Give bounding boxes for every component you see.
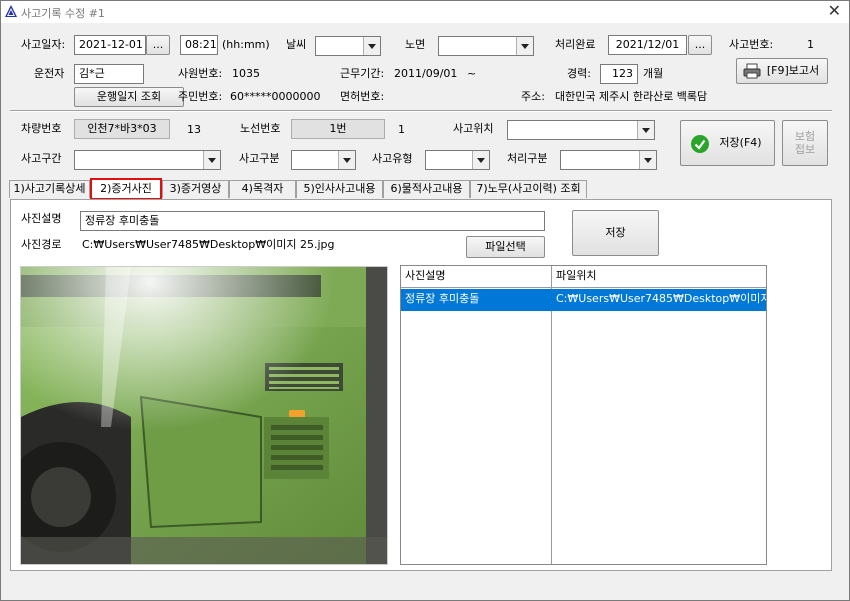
car-count: 13: [187, 123, 201, 136]
kind-select[interactable]: [425, 150, 490, 170]
grid-col-desc-header[interactable]: 사진설명: [401, 266, 551, 288]
report-button-label: [F9]보고서: [766, 64, 820, 77]
section-label: 사고구간: [21, 152, 62, 165]
done-label: 처리완료: [555, 38, 596, 51]
accident-no-value: 1: [807, 38, 814, 51]
emp-no-label: 사원번호:: [178, 67, 223, 80]
type-label: 사고구분: [239, 152, 280, 165]
app-triangle-icon: [5, 5, 17, 17]
career-unit: 개월: [643, 67, 664, 80]
service-label: 근무기간:: [340, 67, 385, 80]
row-desc-cell: 정류장 후미충돌: [405, 292, 480, 305]
tab-evidence-photo[interactable]: 2)증거사진: [90, 178, 162, 200]
date-picker-button[interactable]: ...: [146, 35, 170, 55]
kind-label: 사고유형: [372, 152, 413, 165]
route-count: 1: [398, 123, 405, 136]
accident-date-label: 사고일자:: [21, 38, 66, 51]
address-value: 대한민국 제주시 한라산로 백록담: [555, 90, 708, 103]
bus-photo-image: [21, 267, 387, 564]
resident-label: 주민번호:: [178, 90, 223, 103]
photo-desc-field[interactable]: 정류장 후미충돌: [80, 211, 545, 231]
handling-label: 처리구분: [507, 152, 548, 165]
photo-path-value: C:₩Users₩User7485₩Desktop₩이미지 25.jpg: [82, 238, 335, 251]
chevron-down-icon[interactable]: [639, 151, 656, 169]
photo-path-label: 사진경로: [21, 238, 62, 251]
career-field[interactable]: 123: [600, 64, 638, 84]
license-label: 면허번호:: [340, 90, 385, 103]
weather-label: 날씨: [286, 38, 307, 51]
chevron-down-icon[interactable]: [516, 37, 533, 55]
done-date-field[interactable]: 2021/12/01: [608, 35, 687, 55]
career-label: 경력:: [567, 67, 591, 80]
photo-save-button[interactable]: 저장: [572, 210, 659, 256]
tab-witness[interactable]: 4)목격자: [229, 180, 296, 198]
divider: [10, 110, 832, 112]
time-format-label: (hh:mm): [222, 38, 270, 51]
emp-no-value: 1035: [232, 67, 260, 80]
service-tilde: ~: [467, 67, 477, 80]
driver-name-field[interactable]: 김*근: [74, 64, 144, 84]
route-label: 노선번호: [240, 122, 281, 135]
type-select[interactable]: [291, 150, 356, 170]
grid-col-path-header[interactable]: 파일위치: [552, 266, 766, 288]
location-label: 사고위치: [453, 122, 494, 135]
tab-property-damage[interactable]: 6)물적사고내용: [383, 180, 470, 198]
report-button[interactable]: [F9]보고서: [736, 58, 828, 84]
table-row[interactable]: 정류장 후미충돌 C:₩Users₩User7485₩Desktop₩이미지 2…: [401, 289, 766, 311]
save-f4-label: 저장(F4): [719, 136, 762, 149]
close-icon[interactable]: ✕: [828, 2, 841, 20]
file-select-button[interactable]: 파일선택: [466, 236, 545, 258]
accident-date-field[interactable]: 2021-12-01: [74, 35, 146, 55]
driver-label: 운전자: [34, 67, 65, 80]
done-date-picker-button[interactable]: ...: [688, 35, 712, 55]
section-select[interactable]: [74, 150, 221, 170]
check-icon: [691, 135, 709, 153]
location-select[interactable]: [507, 120, 655, 140]
row-path-cell: C:₩Users₩User7485₩Desktop₩이미지 25.jpg: [556, 292, 766, 305]
chevron-down-icon[interactable]: [472, 151, 489, 169]
route-no-button[interactable]: 1번: [291, 119, 385, 139]
driving-log-button[interactable]: 운행일지 조회: [74, 87, 184, 107]
photo-list-grid: 사진설명 파일위치 정류장 후미충돌 C:₩Users₩User7485₩Des…: [400, 265, 767, 565]
service-start: 2011/09/01: [394, 67, 458, 80]
tab-personal-injury[interactable]: 5)인사사고내용: [296, 180, 383, 198]
tab-accident-detail[interactable]: 1)사고기록상세: [9, 180, 90, 198]
chevron-down-icon[interactable]: [637, 121, 654, 139]
tab-labor-history[interactable]: 7)노무(사고이력) 조회: [470, 180, 587, 198]
handling-select[interactable]: [560, 150, 657, 170]
chevron-down-icon[interactable]: [203, 151, 220, 169]
save-f4-button[interactable]: 저장(F4): [680, 120, 775, 166]
title-bar: 사고기록 수정 #1 ✕: [1, 1, 849, 23]
accident-time-field[interactable]: 08:21: [180, 35, 218, 55]
car-no-label: 차량번호: [21, 122, 62, 135]
car-no-button[interactable]: 인천7*바3*03: [74, 119, 170, 139]
weather-select[interactable]: [315, 36, 381, 56]
road-select[interactable]: [438, 36, 534, 56]
chevron-down-icon[interactable]: [363, 37, 380, 55]
printer-icon: [743, 63, 761, 79]
tab-evidence-video[interactable]: 3)증거영상: [162, 180, 229, 198]
insurance-button[interactable]: 보험 접보: [782, 120, 828, 166]
road-label: 노면: [405, 38, 426, 51]
window-title: 사고기록 수정 #1: [21, 7, 105, 20]
chevron-down-icon[interactable]: [338, 151, 355, 169]
resident-no: 60*****0000000: [230, 90, 321, 103]
photo-desc-label: 사진설명: [21, 212, 62, 225]
address-label: 주소:: [521, 90, 545, 103]
evidence-photo: [20, 266, 388, 565]
accident-no-label: 사고번호:: [729, 38, 774, 51]
